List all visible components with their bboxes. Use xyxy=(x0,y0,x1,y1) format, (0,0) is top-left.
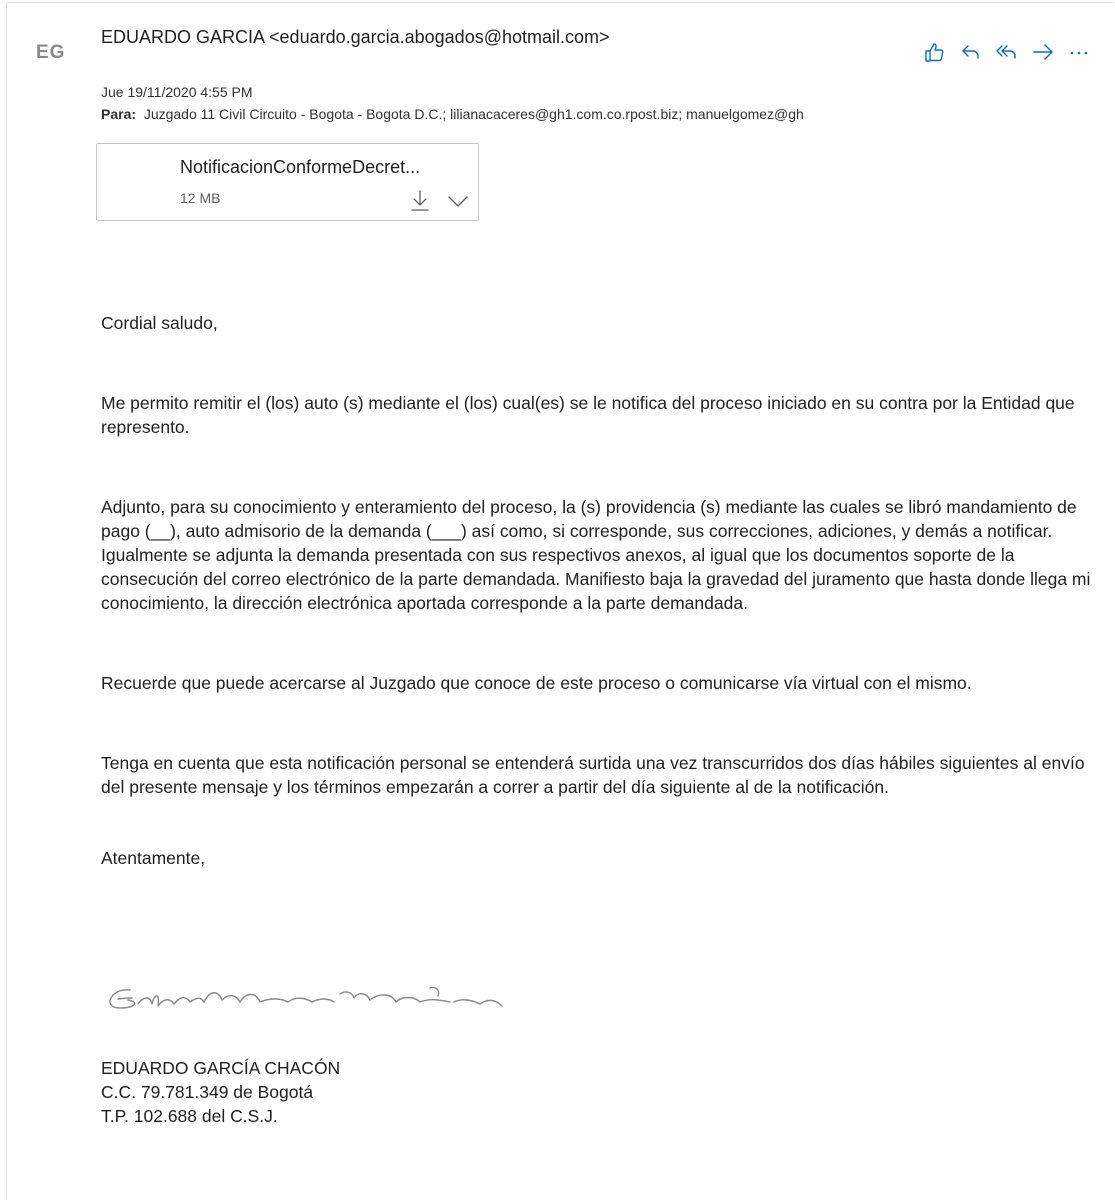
forward-button[interactable] xyxy=(1025,36,1061,68)
like-icon xyxy=(925,43,944,62)
body-paragraph: Tenga en cuenta que esta notificación pe… xyxy=(101,753,1085,797)
recipients-list: Juzgado 11 Civil Circuito - Bogota - Bog… xyxy=(143,106,804,122)
sent-date: Jue 19/11/2020 4:55 PM xyxy=(101,84,253,100)
signature-id: C.C. 79.781.349 de Bogotá xyxy=(101,1082,314,1102)
recipients-line[interactable]: Para: Juzgado 11 Civil Circuito - Bogota… xyxy=(101,106,961,122)
reply-button[interactable] xyxy=(953,36,989,68)
attachment-card[interactable]: NotificacionConformeDecret... 12 MB xyxy=(96,143,479,221)
download-icon[interactable] xyxy=(409,188,431,212)
message-body: Cordial saludo, Me permito remitir el (l… xyxy=(101,311,1091,870)
body-paragraph: Me permito remitir el (los) auto (s) med… xyxy=(101,393,1075,437)
forward-icon xyxy=(1033,44,1053,60)
body-paragraph: Recuerde que puede acercarse al Juzgado … xyxy=(101,673,972,693)
chevron-down-icon[interactable] xyxy=(446,192,470,210)
message-actions xyxy=(917,36,1097,68)
sender-avatar[interactable]: EG xyxy=(36,42,76,70)
signature-name: EDUARDO GARCÍA CHACÓN xyxy=(101,1058,341,1078)
reply-icon xyxy=(962,45,979,59)
attachment-name: NotificacionConformeDecret... xyxy=(180,157,421,177)
closing: Atentamente, xyxy=(101,848,206,868)
attachment-size: 12 MB xyxy=(180,190,221,206)
like-button[interactable] xyxy=(917,36,953,68)
to-label: Para: xyxy=(101,106,137,122)
reply-all-button[interactable] xyxy=(989,36,1025,68)
greeting: Cordial saludo, xyxy=(101,313,218,333)
more-actions-button[interactable] xyxy=(1061,36,1097,68)
signature-block: EDUARDO GARCÍA CHACÓN C.C. 79.781.349 de… xyxy=(101,1056,340,1128)
more-icon xyxy=(1070,51,1088,55)
signature-tp: T.P. 102.688 del C.S.J. xyxy=(101,1106,278,1126)
handwritten-signature xyxy=(109,986,503,1009)
body-paragraph: Adjunto, para su conocimiento y enterami… xyxy=(101,497,1091,613)
sender-address[interactable]: EDUARDO GARCIA <eduardo.garcia.abogados@… xyxy=(101,24,621,51)
reply-all-icon xyxy=(996,45,1016,59)
